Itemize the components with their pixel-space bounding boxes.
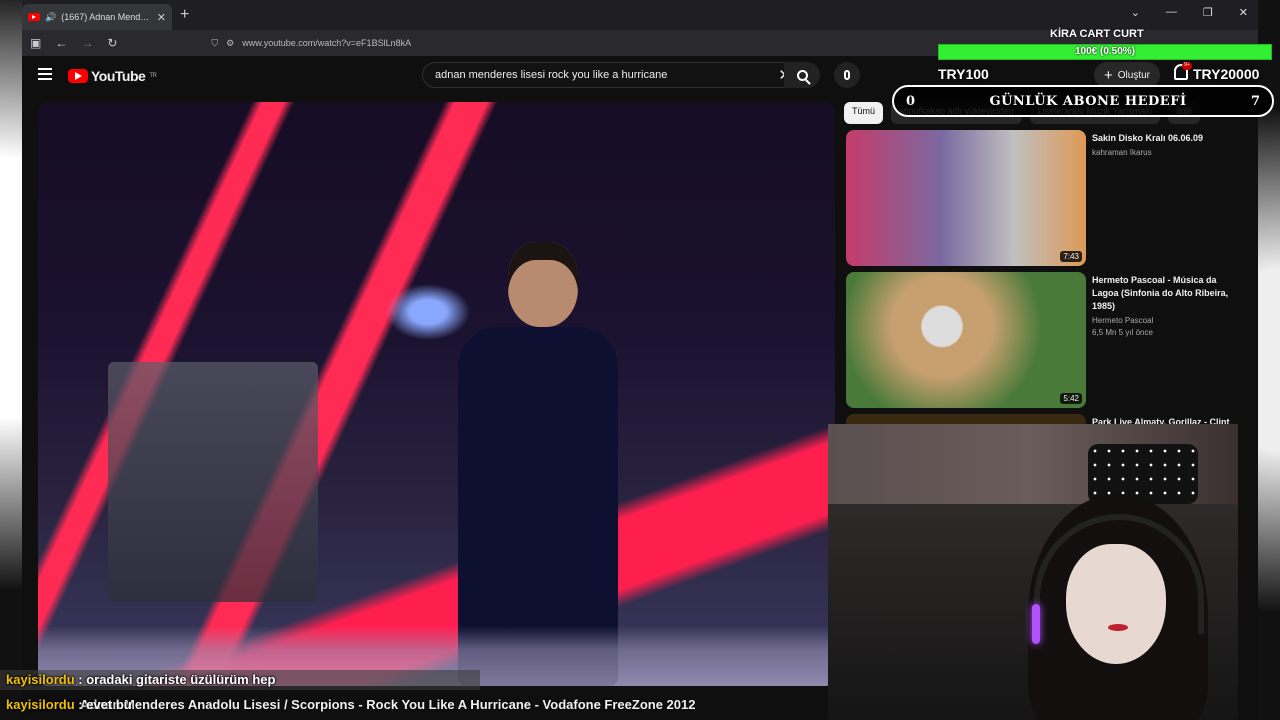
youtube-play-icon (68, 69, 88, 83)
close-window-icon[interactable]: ✕ (1239, 6, 1248, 19)
performer (438, 242, 638, 686)
video-title: Adnan Menderes Anadolu Lisesi / Scorpion… (80, 697, 696, 712)
url-field[interactable]: ⛉ ⚙ www.youtube.com/watch?v=eF1BSlLn8kA (211, 38, 411, 49)
chat-text: : oradaki gitariste üzülürüm hep (78, 672, 276, 687)
rent-goal-label: KİRA CART CURT (1050, 28, 1144, 40)
headphone-led (1032, 604, 1040, 644)
region-code: TR (149, 73, 157, 79)
duration-badge: 5:42 (1060, 393, 1082, 404)
recommendation-channel[interactable]: Hermeto Pascoal (1092, 316, 1232, 325)
recommendation-title[interactable]: Sakin Disko Kralı 06.06.09 (1092, 132, 1232, 145)
rent-goal-progress-text: 100€ (0.50%) (1074, 46, 1136, 57)
search-button[interactable] (784, 62, 820, 88)
plus-icon: + (1104, 66, 1113, 84)
forward-icon[interactable]: → (81, 36, 93, 50)
speaker-icon[interactable]: 🔊 (45, 12, 56, 23)
chat-username: kayisilordu (6, 672, 75, 687)
browser-tab[interactable]: 🔊 (1667) Adnan Menderes An ✕ (22, 4, 172, 30)
chip-all[interactable]: Tümü (844, 102, 884, 124)
performer-head (508, 242, 578, 327)
rent-goal-progress-bar: 100€ (0.50%) (938, 44, 1272, 60)
window-controls: ⌄ — ❐ ✕ (1131, 6, 1248, 19)
video-thumbnail[interactable]: 7:43 (846, 130, 1086, 266)
search-input[interactable]: adnan menderes lisesi rock you like a hu… (422, 62, 800, 88)
search-query: adnan menderes lisesi rock you like a hu… (435, 69, 668, 81)
recommendation-item[interactable]: 5:42 Hermeto Pascoal - Música da Lagoa (… (846, 272, 1266, 408)
mic-icon (844, 70, 850, 80)
chat-text: : evet bu (78, 697, 132, 712)
tab-title: (1667) Adnan Menderes An (61, 12, 152, 22)
stage-amp (108, 362, 318, 602)
close-tab-icon[interactable]: ✕ (157, 11, 166, 24)
search-icon (796, 69, 808, 81)
goal-target: 7 (1250, 93, 1260, 109)
new-tab-icon[interactable]: + (180, 6, 189, 24)
youtube-logo[interactable]: YouTube TR (68, 68, 157, 84)
recommendation-item[interactable]: 7:43 Sakin Disko Kralı 06.06.09 kahraman… (846, 130, 1266, 266)
goal-current: 0 (906, 93, 916, 109)
logo-text: YouTube (91, 68, 146, 84)
webcam-feed (828, 424, 1238, 720)
video-thumbnail[interactable]: 5:42 (846, 272, 1086, 408)
reload-icon[interactable]: ↻ (107, 36, 117, 50)
subscriber-goal-bar: 0 GÜNLÜK ABONE HEDEFİ 7 (892, 85, 1274, 117)
back-icon[interactable]: ← (55, 36, 67, 50)
browser-tab-bar: 🔊 (1667) Adnan Menderes An ✕ + ⌄ — ❐ ✕ (22, 0, 1258, 30)
recommendation-title[interactable]: Hermeto Pascoal - Música da Lagoa (Sinfo… (1092, 274, 1232, 313)
decorative-border-left (0, 0, 22, 720)
notification-badge: 9+ (1182, 62, 1192, 70)
maximize-icon[interactable]: ❐ (1203, 6, 1213, 19)
chat-message: kayisilordu : evet bu (6, 697, 132, 717)
video-player[interactable] (38, 102, 835, 686)
recommendation-meta: Sakin Disko Kralı 06.06.09 kahraman Ikar… (1092, 132, 1232, 157)
duration-badge: 7:43 (1060, 251, 1082, 262)
recommendation-stats: 6,5 Mn 5 yıl önce (1092, 328, 1153, 337)
goal-title: GÜNLÜK ABONE HEDEFİ (989, 93, 1187, 109)
sidebar-toggle-icon[interactable]: ▣ (30, 36, 41, 50)
recommendation-channel[interactable]: kahraman Ikarus (1092, 148, 1232, 157)
voice-search-button[interactable] (834, 62, 860, 88)
screen: 🔊 (1667) Adnan Menderes An ✕ + ⌄ — ❐ ✕ ▣… (0, 0, 1280, 720)
tab-search-icon[interactable]: ⌄ (1131, 6, 1140, 19)
url-text: www.youtube.com/watch?v=eF1BSlLn8kA (242, 38, 412, 48)
shield-icon[interactable]: ⛉ (211, 38, 218, 49)
chat-username: kayisilordu (6, 697, 75, 712)
chat-message: kayisilordu : oradaki gitariste üzülürüm… (6, 672, 275, 692)
create-label: Oluştur (1117, 69, 1150, 81)
goal-min: TRY100 (938, 66, 989, 82)
recommendation-meta: Hermeto Pascoal - Música da Lagoa (Sinfo… (1092, 274, 1232, 337)
menu-icon[interactable] (38, 68, 52, 80)
goal-max: TRY20000 (1193, 66, 1260, 82)
tune-icon[interactable]: ⚙ (226, 38, 234, 49)
minimize-icon[interactable]: — (1166, 6, 1177, 19)
youtube-favicon-icon (28, 13, 40, 21)
